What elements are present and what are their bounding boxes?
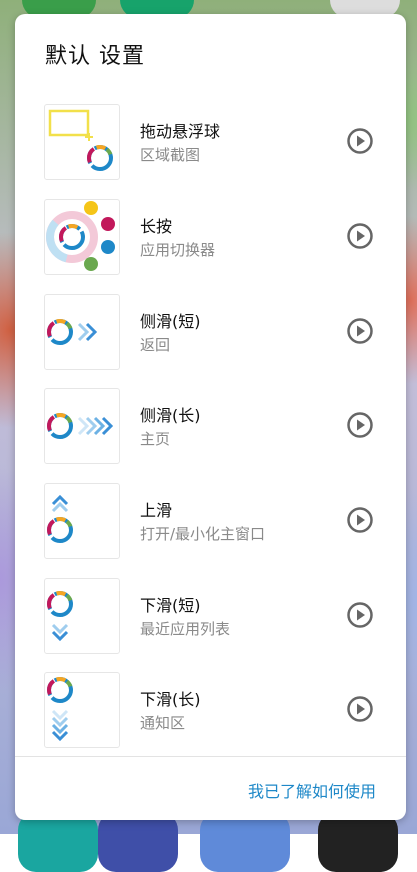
gesture-row-side-swipe-long: 侧滑(长) 主页 bbox=[44, 388, 384, 464]
gesture-thumbnail-swipe-up bbox=[44, 483, 120, 559]
gesture-thumbnail-long-press bbox=[44, 199, 120, 275]
gesture-subtitle: 返回 bbox=[140, 336, 171, 354]
gesture-title: 侧滑(长) bbox=[140, 406, 201, 425]
gesture-row-swipe-down-long: 下滑(长) 通知区 bbox=[44, 672, 384, 748]
gesture-subtitle: 应用切换器 bbox=[140, 241, 216, 259]
play-circle-icon bbox=[347, 412, 373, 438]
home-app-icon-bottom-2 bbox=[98, 812, 178, 872]
gesture-thumbnail-side-swipe-long bbox=[44, 388, 120, 464]
play-demo-button[interactable] bbox=[346, 411, 374, 439]
play-circle-icon bbox=[347, 128, 373, 154]
gesture-subtitle: 主页 bbox=[140, 430, 171, 448]
gesture-subtitle: 区域截图 bbox=[140, 146, 201, 164]
footer-divider bbox=[15, 756, 406, 757]
gesture-title: 拖动悬浮球 bbox=[140, 122, 221, 141]
play-demo-button[interactable] bbox=[346, 222, 374, 250]
gesture-row-swipe-down-short: 下滑(短) 最近应用列表 bbox=[44, 578, 384, 654]
gesture-subtitle: 打开/最小化主窗口 bbox=[140, 525, 266, 543]
gesture-settings-dialog: 默认 设置 拖动悬浮球 区域截图 长按 应用切换器 侧滑(短) 返回 侧滑(长)… bbox=[15, 14, 406, 820]
play-demo-button[interactable] bbox=[346, 317, 374, 345]
play-demo-button[interactable] bbox=[346, 127, 374, 155]
gesture-thumbnail-side-swipe-short bbox=[44, 294, 120, 370]
play-demo-button[interactable] bbox=[346, 601, 374, 629]
play-demo-button[interactable] bbox=[346, 695, 374, 723]
gesture-subtitle: 通知区 bbox=[140, 714, 186, 732]
gesture-subtitle: 最近应用列表 bbox=[140, 620, 231, 638]
confirm-understood-button[interactable]: 我已了解如何使用 bbox=[248, 778, 376, 802]
play-circle-icon bbox=[347, 223, 373, 249]
gesture-thumbnail-swipe-down-short bbox=[44, 578, 120, 654]
gesture-row-long-press: 长按 应用切换器 bbox=[44, 199, 384, 275]
dialog-title: 默认 设置 bbox=[45, 44, 145, 69]
play-circle-icon bbox=[347, 318, 373, 344]
play-circle-icon bbox=[347, 696, 373, 722]
gesture-row-side-swipe-short: 侧滑(短) 返回 bbox=[44, 294, 384, 370]
gesture-row-swipe-up: 上滑 打开/最小化主窗口 bbox=[44, 483, 384, 559]
home-app-icon-bottom-3 bbox=[200, 812, 290, 872]
home-app-icon-bottom-4 bbox=[318, 812, 398, 872]
home-app-icon-bottom-1 bbox=[18, 812, 98, 872]
gesture-row-drag: 拖动悬浮球 区域截图 bbox=[44, 104, 384, 180]
gesture-title: 上滑 bbox=[140, 501, 173, 520]
play-demo-button[interactable] bbox=[346, 506, 374, 534]
gesture-title: 下滑(长) bbox=[140, 690, 201, 709]
gesture-title: 下滑(短) bbox=[140, 596, 201, 615]
gesture-title: 长按 bbox=[140, 217, 173, 236]
play-circle-icon bbox=[347, 602, 373, 628]
gesture-thumbnail-drag bbox=[44, 104, 120, 180]
gesture-title: 侧滑(短) bbox=[140, 312, 201, 331]
play-circle-icon bbox=[347, 507, 373, 533]
gesture-thumbnail-swipe-down-long bbox=[44, 672, 120, 748]
